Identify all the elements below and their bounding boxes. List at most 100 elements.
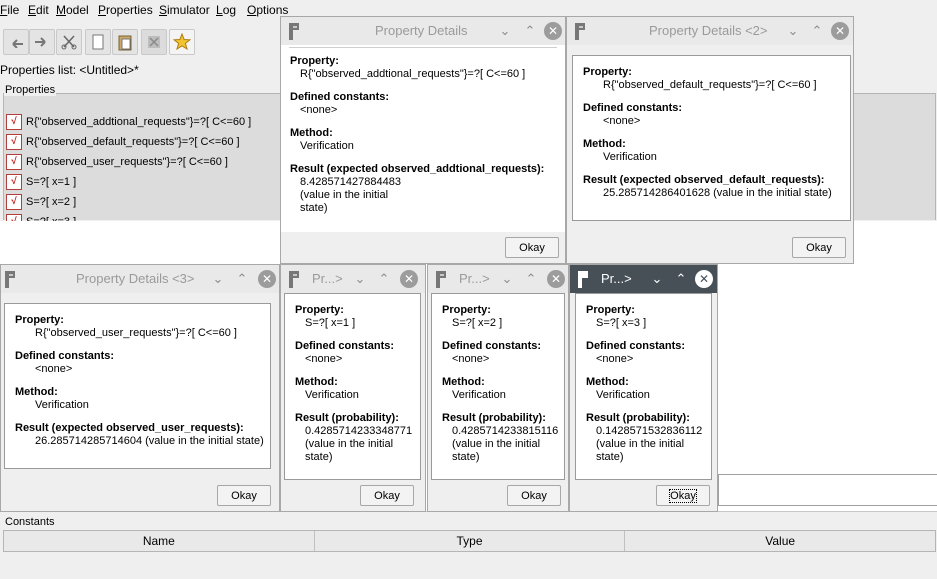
property-details-dialog-6: Pr...> ⌄ ⌃ ✕ Property: S=?[ x=3 ] Define… (569, 264, 718, 512)
checkmark-icon: √ (6, 154, 22, 170)
log-input[interactable] (718, 474, 937, 506)
result-note: (value in the initial state) (300, 189, 389, 214)
result-note: (value in the initial state) (305, 438, 394, 463)
property-row[interactable]: √ R{"observed_user_requests"}=?[ C<=60 ] (6, 153, 228, 171)
dialog-titlebar[interactable]: Property Details <2> ⌄ ⌃ ✕ (567, 17, 853, 45)
dialog-titlebar[interactable]: Pr...> ⌄ ⌃ ✕ (428, 265, 568, 293)
method-value: Verification (35, 399, 89, 411)
method-value: Verification (305, 389, 359, 401)
okay-button[interactable]: Okay (360, 485, 414, 506)
result-value: 0.4285714233348771 (305, 425, 413, 437)
result-value: 26.285714285714604 (value in the initial… (35, 435, 264, 447)
result-label: Result (probability): (442, 412, 546, 424)
paste-icon[interactable] (112, 29, 138, 55)
menu-file[interactable]: File (0, 3, 19, 17)
minimize-icon[interactable]: ⌄ (784, 22, 802, 40)
dialog-title: Pr...> (459, 271, 490, 286)
redo-icon[interactable] (29, 29, 55, 55)
column-header-name[interactable]: Name (4, 531, 315, 551)
prism-logo-icon (289, 271, 299, 288)
dialog-title: Pr...> (312, 271, 343, 286)
result-label: Result (expected observed_default_reques… (583, 174, 825, 186)
prism-logo-icon (289, 23, 299, 40)
result-note: (value in the initial state) (452, 438, 541, 463)
okay-button[interactable]: Okay (507, 485, 561, 506)
checkmark-icon: √ (6, 174, 22, 190)
property-details-dialog-3: Property Details <3> ⌄ ⌃ ✕ Property: R{"… (0, 264, 280, 512)
menu-log[interactable]: Log (216, 3, 236, 17)
maximize-icon[interactable]: ⌃ (808, 22, 826, 40)
dialog-content: Property: S=?[ x=1 ] Defined constants: … (284, 293, 421, 480)
menu-simulator[interactable]: Simulator (159, 3, 210, 17)
result-label: Result (probability): (295, 412, 399, 424)
okay-button[interactable]: Okay (656, 485, 710, 506)
dialog-titlebar[interactable]: Pr...> ⌄ ⌃ ✕ (570, 265, 717, 293)
dialog-content: Property: R{"observed_default_requests"}… (572, 55, 851, 221)
property-row[interactable]: √ S=?[ x=2 ] (6, 193, 76, 211)
method-label: Method: (290, 127, 333, 139)
dialog-titlebar[interactable]: Property Details <3> ⌄ ⌃ ✕ (1, 265, 279, 293)
close-icon[interactable]: ✕ (400, 270, 418, 288)
maximize-icon[interactable]: ⌃ (375, 270, 393, 288)
prism-logo-icon (5, 271, 15, 288)
property-label: Property: (15, 314, 64, 326)
close-icon[interactable]: ✕ (544, 22, 562, 40)
copy-icon[interactable] (85, 29, 111, 55)
okay-button[interactable]: Okay (217, 485, 271, 506)
close-icon[interactable]: ✕ (258, 270, 276, 288)
constants-value: <none> (305, 353, 343, 365)
property-row[interactable]: √ R{"observed_addtional_requests"}=?[ C<=… (6, 113, 251, 131)
minimize-icon[interactable]: ⌄ (351, 270, 369, 288)
property-value: S=?[ x=1 ] (305, 317, 356, 329)
okay-button[interactable]: Okay (505, 237, 559, 258)
property-label: Property: (290, 55, 339, 67)
minimize-icon[interactable]: ⌄ (496, 22, 514, 40)
constants-label: Defined constants: (295, 340, 395, 352)
maximize-icon[interactable]: ⌃ (672, 270, 690, 288)
property-value: R{"observed_user_requests"}=?[ C<=60 ] (35, 327, 237, 339)
property-value: R{"observed_addtional_requests"}=?[ C<=6… (300, 68, 526, 80)
property-text: R{"observed_user_requests"}=?[ C<=60 ] (26, 156, 228, 168)
property-label: Property: (295, 304, 344, 316)
dialog-content: Property: S=?[ x=2 ] Defined constants: … (431, 293, 565, 480)
cut-icon[interactable] (56, 29, 82, 55)
constants-panel: Constants Name Type Value (0, 511, 937, 579)
close-icon[interactable]: ✕ (695, 270, 713, 288)
column-header-value[interactable]: Value (625, 531, 935, 551)
maximize-icon[interactable]: ⌃ (521, 22, 539, 40)
delete-icon[interactable] (141, 29, 167, 55)
property-row[interactable]: √ S=?[ x=1 ] (6, 173, 76, 191)
constants-value: <none> (603, 115, 641, 127)
minimize-icon[interactable]: ⌄ (648, 270, 666, 288)
constants-value: <none> (452, 353, 490, 365)
minimize-icon[interactable]: ⌄ (209, 270, 227, 288)
property-row[interactable]: √ R{"observed_default_requests"}=?[ C<=60… (6, 133, 240, 151)
maximize-icon[interactable]: ⌃ (233, 270, 251, 288)
minimize-icon[interactable]: ⌄ (498, 270, 516, 288)
undo-icon[interactable] (3, 29, 29, 55)
result-value: 8.428571427884483 (300, 176, 401, 188)
property-value: R{"observed_default_requests"}=?[ C<=60 … (603, 79, 817, 91)
column-header-type[interactable]: Type (315, 531, 626, 551)
result-value: 0.1428571532836112 (596, 425, 703, 437)
dialog-titlebar[interactable]: Property Details ⌄ ⌃ ✕ (281, 17, 565, 45)
result-label: Result (expected observed_user_requests)… (15, 422, 244, 434)
maximize-icon[interactable]: ⌃ (522, 270, 540, 288)
dialog-titlebar[interactable]: Pr...> ⌄ ⌃ ✕ (281, 265, 425, 293)
method-value: Verification (300, 140, 354, 152)
constants-label: Defined constants: (586, 340, 686, 352)
method-value: Verification (603, 151, 657, 163)
property-text: R{"observed_default_requests"}=?[ C<=60 … (26, 136, 240, 148)
dialog-content: Property: S=?[ x=3 ] Defined constants: … (575, 293, 712, 480)
okay-button[interactable]: Okay (792, 237, 846, 258)
menu-model[interactable]: Model (56, 3, 89, 17)
dialog-title: Property Details <3> (76, 271, 195, 286)
menu-edit[interactable]: Edit (28, 3, 49, 17)
dialog-title: Property Details <2> (649, 23, 768, 38)
favorite-star-icon[interactable] (169, 29, 195, 55)
menu-properties[interactable]: Properties (98, 3, 153, 17)
close-icon[interactable]: ✕ (831, 22, 849, 40)
close-icon[interactable]: ✕ (547, 270, 565, 288)
constants-value: <none> (596, 353, 634, 365)
menu-options[interactable]: Options (247, 3, 288, 17)
